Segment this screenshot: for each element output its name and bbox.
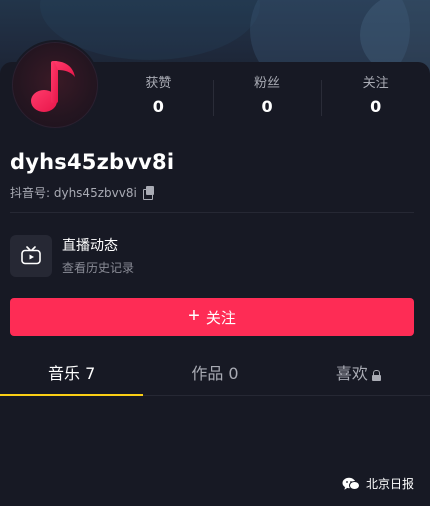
stat-label: 获赞 [145, 76, 172, 91]
stat-label: 粉丝 [254, 76, 281, 91]
douyin-id: 抖音号: dyhs45zbvv8i [10, 184, 155, 201]
divider [10, 212, 414, 213]
lock-icon [371, 369, 381, 381]
tv-play-icon [10, 235, 52, 277]
live-text: 直播动态 查看历史记录 [62, 236, 134, 277]
douyin-id-text: 抖音号: dyhs45zbvv8i [10, 186, 137, 200]
stat-likes[interactable]: 获赞 0 [104, 74, 213, 124]
tab-likes[interactable]: 喜欢 [287, 354, 430, 395]
stat-followers[interactable]: 粉丝 0 [212, 74, 322, 124]
tab-music[interactable]: 音乐 7 [0, 354, 144, 396]
tab-works[interactable]: 作品 0 [143, 354, 286, 395]
stat-value: 0 [370, 97, 382, 116]
watermark-text: 北京日报 [365, 477, 414, 491]
tab-label: 音乐 7 [48, 364, 96, 383]
profile-tabs: 音乐 7 作品 0 喜欢 [0, 354, 430, 396]
live-title: 直播动态 [62, 237, 118, 254]
wechat-icon [342, 477, 360, 491]
live-history-entry[interactable]: 直播动态 查看历史记录 [10, 234, 134, 278]
music-note-icon [12, 42, 98, 128]
watermark: 北京日报 [342, 475, 414, 492]
copy-icon[interactable] [142, 185, 155, 200]
plus-icon: + [188, 305, 200, 327]
stat-value: 0 [261, 97, 273, 116]
profile-stats: 获赞 0 粉丝 0 关注 0 [104, 74, 430, 124]
tab-label: 喜欢 [335, 364, 368, 383]
stat-value: 0 [152, 97, 164, 116]
follow-button[interactable]: + 关注 [10, 298, 414, 336]
follow-button-label: 关注 [205, 309, 236, 327]
tab-label: 作品 0 [191, 364, 239, 383]
live-subtitle: 查看历史记录 [62, 260, 135, 275]
username: dyhs45zbvv8i [10, 150, 175, 174]
stat-label: 关注 [362, 76, 389, 91]
avatar[interactable] [10, 40, 100, 130]
stat-following[interactable]: 关注 0 [321, 74, 430, 124]
